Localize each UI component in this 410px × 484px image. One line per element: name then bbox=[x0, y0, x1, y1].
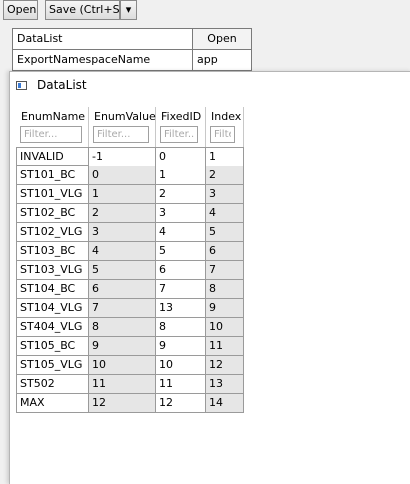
enumname-cell[interactable]: ST102_VLG bbox=[17, 223, 89, 241]
table-row[interactable]: ST101_VLG 1 2 3 bbox=[16, 185, 244, 204]
enumvalue-cell[interactable]: 4 bbox=[89, 242, 156, 260]
enumname-cell[interactable]: ST101_BC bbox=[17, 166, 89, 184]
enumname-cell[interactable]: ST102_BC bbox=[17, 204, 89, 222]
index-cell[interactable]: 7 bbox=[206, 261, 244, 279]
enumname-cell[interactable]: ST105_BC bbox=[17, 337, 89, 355]
property-row: DataList Open bbox=[12, 28, 253, 50]
column-header-enumname[interactable]: EnumName bbox=[16, 107, 89, 147]
enumvalue-cell[interactable]: 1 bbox=[89, 185, 156, 203]
index-cell[interactable]: 2 bbox=[206, 166, 244, 184]
index-cell[interactable]: 12 bbox=[206, 356, 244, 374]
filter-input-enumname[interactable] bbox=[20, 126, 82, 143]
table-row[interactable]: MAX 12 12 14 bbox=[16, 394, 244, 413]
index-cell[interactable]: 8 bbox=[206, 280, 244, 298]
enumname-cell[interactable]: INVALID bbox=[17, 148, 89, 166]
fixedid-cell[interactable]: 11 bbox=[156, 375, 206, 393]
table-row[interactable]: ST102_BC 2 3 4 bbox=[16, 204, 244, 223]
fixedid-cell[interactable]: 7 bbox=[156, 280, 206, 298]
enumname-cell[interactable]: ST404_VLG bbox=[17, 318, 89, 336]
table-row[interactable]: ST105_BC 9 9 11 bbox=[16, 337, 244, 356]
property-value-field[interactable]: app bbox=[192, 49, 252, 71]
window-icon bbox=[16, 81, 27, 90]
column-header-index[interactable]: Index bbox=[206, 107, 244, 147]
index-cell[interactable]: 13 bbox=[206, 375, 244, 393]
enumname-cell[interactable]: ST103_BC bbox=[17, 242, 89, 260]
enumname-cell[interactable]: ST105_VLG bbox=[17, 356, 89, 374]
fixedid-cell[interactable]: 0 bbox=[156, 148, 206, 166]
enumvalue-cell[interactable]: 3 bbox=[89, 223, 156, 241]
enumname-cell[interactable]: ST104_BC bbox=[17, 280, 89, 298]
table-row[interactable]: ST502 11 11 13 bbox=[16, 375, 244, 394]
window-titlebar[interactable]: DataList bbox=[10, 72, 410, 100]
save-button[interactable]: Save (Ctrl+S) bbox=[45, 0, 124, 20]
grid-rows: INVALID -1 0 1 ST101_BC 0 1 2 ST101_VLG 1 2 3 ST102_… bbox=[16, 147, 244, 413]
column-label: FixedID bbox=[161, 110, 202, 123]
index-cell[interactable]: 9 bbox=[206, 299, 244, 317]
table-row[interactable]: ST101_BC 0 1 2 bbox=[16, 166, 244, 185]
enumname-cell[interactable]: ST101_VLG bbox=[17, 185, 89, 203]
open-datalist-button[interactable]: Open bbox=[192, 28, 252, 50]
fixedid-cell[interactable]: 5 bbox=[156, 242, 206, 260]
property-row: ExportNamespaceName app bbox=[12, 49, 253, 71]
column-label: EnumName bbox=[21, 110, 86, 123]
property-name: DataList bbox=[12, 28, 193, 50]
index-cell[interactable]: 11 bbox=[206, 337, 244, 355]
filter-input-index[interactable] bbox=[210, 126, 235, 143]
table-row[interactable]: ST104_BC 6 7 8 bbox=[16, 280, 244, 299]
enumvalue-cell[interactable]: 0 bbox=[89, 166, 156, 184]
enumname-cell[interactable]: ST104_VLG bbox=[17, 299, 89, 317]
column-label: EnumValue bbox=[94, 110, 156, 123]
enumvalue-cell[interactable]: 8 bbox=[89, 318, 156, 336]
index-cell[interactable]: 6 bbox=[206, 242, 244, 260]
table-row[interactable]: ST104_VLG 7 13 9 bbox=[16, 299, 244, 318]
fixedid-cell[interactable]: 3 bbox=[156, 204, 206, 222]
enumname-cell[interactable]: ST502 bbox=[17, 375, 89, 393]
fixedid-cell[interactable]: 2 bbox=[156, 185, 206, 203]
filter-input-enumvalue[interactable] bbox=[93, 126, 149, 143]
data-grid: EnumName EnumValue FixedID Index INVALID… bbox=[10, 100, 410, 484]
table-row[interactable]: ST102_VLG 3 4 5 bbox=[16, 223, 244, 242]
enumvalue-cell[interactable]: 7 bbox=[89, 299, 156, 317]
grid-header: EnumName EnumValue FixedID Index bbox=[16, 107, 244, 147]
column-label: Index bbox=[211, 110, 242, 123]
index-cell[interactable]: 5 bbox=[206, 223, 244, 241]
index-cell[interactable]: 4 bbox=[206, 204, 244, 222]
property-name: ExportNamespaceName bbox=[12, 49, 193, 71]
datalist-window: DataList EnumName EnumValue FixedID Inde… bbox=[9, 71, 410, 484]
column-header-enumvalue[interactable]: EnumValue bbox=[89, 107, 156, 147]
fixedid-cell[interactable]: 12 bbox=[156, 394, 206, 412]
enumvalue-cell[interactable]: 6 bbox=[89, 280, 156, 298]
column-header-fixedid[interactable]: FixedID bbox=[156, 107, 206, 147]
fixedid-cell[interactable]: 1 bbox=[156, 166, 206, 184]
index-cell[interactable]: 3 bbox=[206, 185, 244, 203]
fixedid-cell[interactable]: 9 bbox=[156, 337, 206, 355]
table-row[interactable]: ST103_BC 4 5 6 bbox=[16, 242, 244, 261]
enumvalue-cell[interactable]: 5 bbox=[89, 261, 156, 279]
window-title: DataList bbox=[37, 78, 87, 92]
enumvalue-cell[interactable]: 2 bbox=[89, 204, 156, 222]
table-row[interactable]: ST105_VLG 10 10 12 bbox=[16, 356, 244, 375]
fixedid-cell[interactable]: 8 bbox=[156, 318, 206, 336]
save-dropdown-icon[interactable]: ▾ bbox=[120, 0, 137, 20]
table-row[interactable]: ST404_VLG 8 8 10 bbox=[16, 318, 244, 337]
index-cell[interactable]: 1 bbox=[206, 148, 244, 166]
fixedid-cell[interactable]: 6 bbox=[156, 261, 206, 279]
index-cell[interactable]: 10 bbox=[206, 318, 244, 336]
filter-input-fixedid[interactable] bbox=[160, 126, 198, 143]
fixedid-cell[interactable]: 10 bbox=[156, 356, 206, 374]
enumvalue-cell[interactable]: 10 bbox=[89, 356, 156, 374]
enumvalue-cell[interactable]: -1 bbox=[89, 148, 156, 166]
fixedid-cell[interactable]: 4 bbox=[156, 223, 206, 241]
fixedid-cell[interactable]: 13 bbox=[156, 299, 206, 317]
enumvalue-cell[interactable]: 12 bbox=[89, 394, 156, 412]
enumvalue-cell[interactable]: 9 bbox=[89, 337, 156, 355]
table-row[interactable]: ST103_VLG 5 6 7 bbox=[16, 261, 244, 280]
enumname-cell[interactable]: ST103_VLG bbox=[17, 261, 89, 279]
index-cell[interactable]: 14 bbox=[206, 394, 244, 412]
open-button[interactable]: Open bbox=[3, 0, 38, 20]
property-grid: DataList Open ExportNamespaceName app bbox=[12, 28, 253, 71]
table-row[interactable]: INVALID -1 0 1 bbox=[16, 147, 244, 166]
enumname-cell[interactable]: MAX bbox=[17, 394, 89, 412]
enumvalue-cell[interactable]: 11 bbox=[89, 375, 156, 393]
